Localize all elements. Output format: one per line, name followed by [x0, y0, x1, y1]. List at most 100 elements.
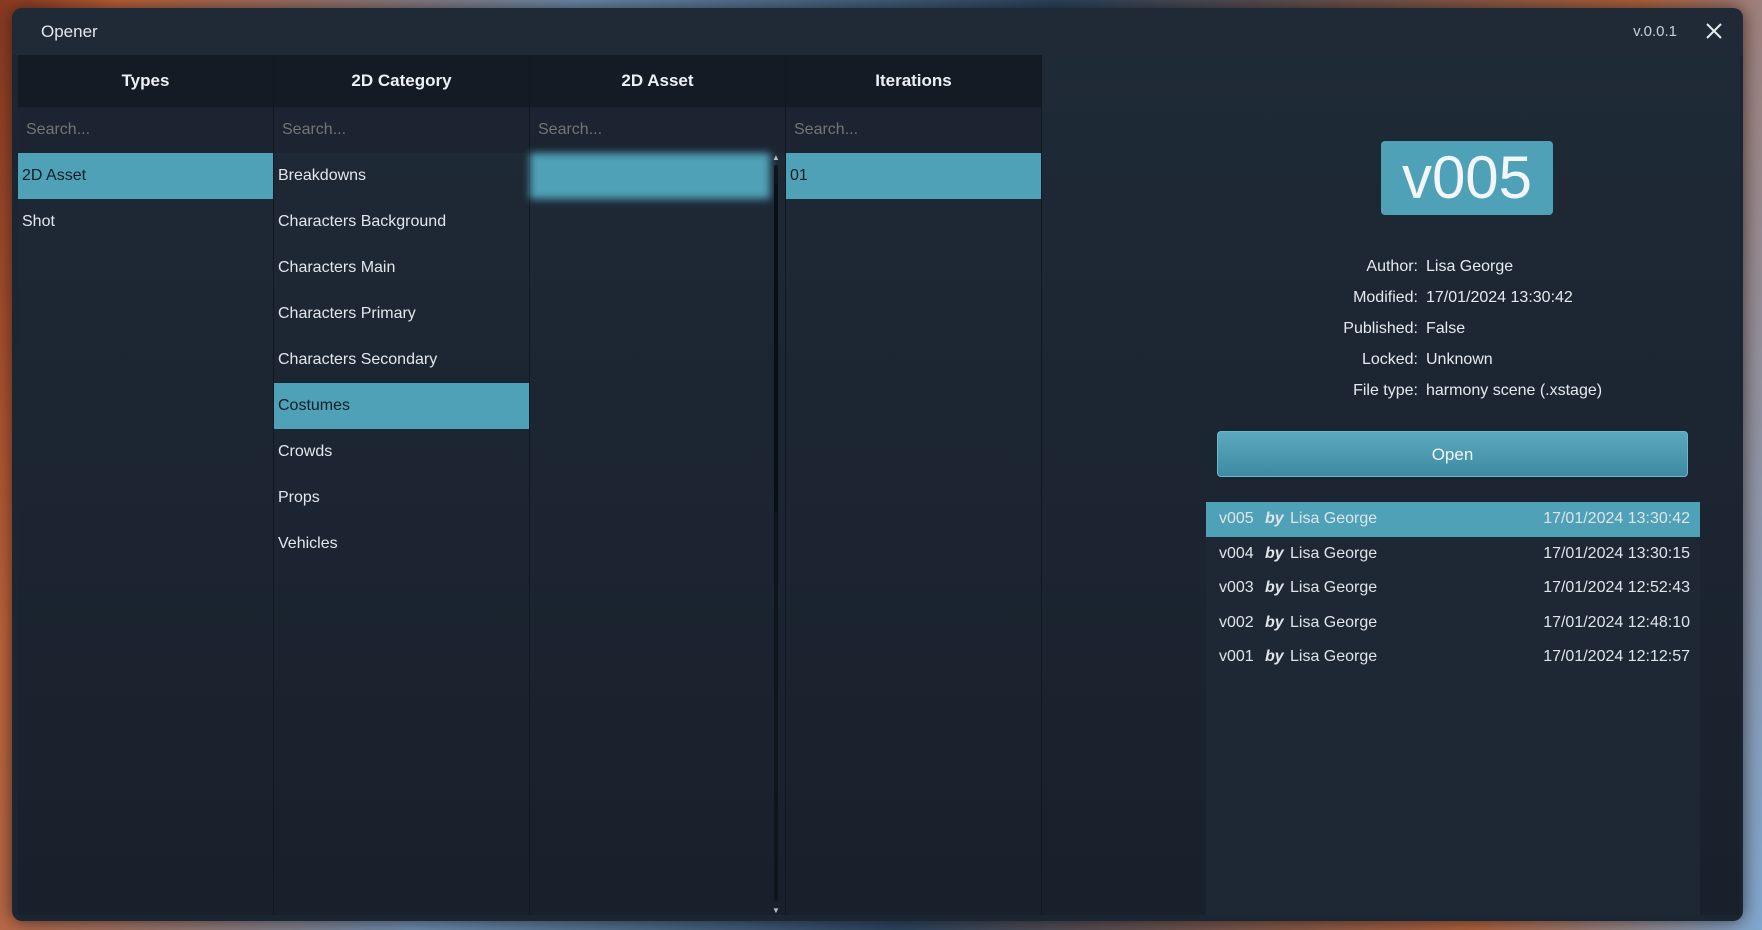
version-badge: v005: [1381, 141, 1553, 215]
category-list-item[interactable]: Crowds: [274, 429, 529, 475]
asset-list-item[interactable]: [530, 153, 770, 199]
iterations-column: Iterations 01: [786, 55, 1042, 915]
info-key: Locked:: [1361, 351, 1418, 368]
info-row: Modified: 17/01/2024 13:30:42: [1166, 282, 1740, 313]
history-version: v002: [1219, 613, 1254, 631]
history-timestamp: 17/01/2024 12:12:57: [1543, 648, 1690, 665]
asset-list: [530, 153, 770, 921]
info-key: Published:: [1343, 320, 1418, 337]
title-bar[interactable]: Opener v.0.0.1: [12, 8, 1743, 55]
history-item[interactable]: v004 by Lisa George 17/01/2024 13:30:15: [1206, 537, 1700, 572]
history-by: by: [1265, 648, 1284, 665]
scroll-thumb[interactable]: [774, 183, 778, 513]
category-list-item[interactable]: Characters Main: [274, 245, 529, 291]
category-list-item[interactable]: Characters Background: [274, 199, 529, 245]
history-by: by: [1265, 613, 1284, 631]
asset-list-item[interactable]: [530, 567, 770, 613]
scroll-down-icon[interactable]: ▼: [772, 906, 780, 915]
types-search-input[interactable]: [18, 107, 273, 153]
asset-list-item[interactable]: [530, 383, 770, 429]
category-search-input[interactable]: [274, 107, 529, 153]
category-header: 2D Category: [274, 55, 529, 107]
asset-column: 2D Asset ▲ ▼: [530, 55, 786, 915]
iterations-list: 01: [786, 153, 1041, 199]
history-by: by: [1265, 544, 1284, 562]
history-version: v003: [1219, 579, 1254, 596]
history-by: by: [1265, 579, 1284, 596]
asset-list-item[interactable]: [530, 751, 770, 797]
info-row: File type: harmony scene (.xstage): [1166, 375, 1740, 406]
history-item[interactable]: v002 by Lisa George 17/01/2024 12:48:10: [1206, 606, 1700, 641]
info-value: harmony scene (.xstage): [1426, 382, 1603, 399]
asset-scrollbar[interactable]: ▲ ▼: [771, 153, 781, 915]
close-icon[interactable]: [1703, 20, 1725, 42]
types-list-item[interactable]: Shot: [18, 199, 273, 245]
detail-panel: v005 Author: Lisa George Modified: 17/01/20…: [1166, 55, 1740, 915]
history-author: Lisa George: [1290, 613, 1378, 631]
history-version: v004: [1219, 544, 1254, 562]
asset-list-item[interactable]: [530, 705, 770, 751]
history-timestamp: 17/01/2024 13:30:15: [1543, 544, 1690, 562]
asset-list-item[interactable]: [530, 245, 770, 291]
asset-search-input[interactable]: [530, 107, 785, 153]
history-author: Lisa George: [1290, 544, 1378, 562]
info-row: Locked: Unknown: [1166, 344, 1740, 375]
asset-list-item[interactable]: [530, 291, 770, 337]
category-list-item[interactable]: Breakdowns: [274, 153, 529, 199]
version-label: v.0.0.1: [1633, 23, 1677, 40]
types-list-item[interactable]: 2D Asset: [18, 153, 273, 199]
history-timestamp: 17/01/2024 12:48:10: [1543, 613, 1690, 631]
history-author: Lisa George: [1290, 510, 1378, 527]
history-author: Lisa George: [1290, 648, 1378, 665]
history-by: by: [1265, 510, 1284, 527]
info-value: 17/01/2024 13:30:42: [1426, 289, 1573, 306]
types-column: Types 2D AssetShot: [18, 55, 274, 915]
info-key: Modified:: [1353, 289, 1418, 306]
asset-list-item[interactable]: [530, 429, 770, 475]
info-key: File type:: [1353, 382, 1418, 399]
open-button[interactable]: Open: [1217, 431, 1688, 477]
asset-header: 2D Asset: [530, 55, 785, 107]
history-version: v001: [1219, 648, 1254, 665]
asset-list-item[interactable]: [530, 659, 770, 705]
asset-list-item[interactable]: [530, 843, 770, 889]
main-content: Types 2D AssetShot 2D Category Breakdown…: [18, 55, 1740, 915]
history-version: v005: [1219, 510, 1254, 527]
asset-list-item[interactable]: [530, 613, 770, 659]
asset-list-item[interactable]: [530, 521, 770, 567]
asset-list-item[interactable]: [530, 475, 770, 521]
history-timestamp: 17/01/2024 12:52:43: [1543, 579, 1690, 596]
category-list: Breakdowns Characters Background Character…: [274, 153, 529, 567]
info-row: Published: False: [1166, 313, 1740, 344]
types-list: 2D Asset Shot: [18, 153, 273, 245]
category-list-item[interactable]: Vehicles: [274, 521, 529, 567]
asset-list-item[interactable]: [530, 337, 770, 383]
info-row: Author: Lisa George: [1166, 251, 1740, 282]
info-key: Author:: [1366, 258, 1418, 275]
file-info: Author: Lisa George Modified: 17/01/2024 13…: [1166, 251, 1740, 406]
asset-list-item[interactable]: [530, 797, 770, 843]
history-item[interactable]: v005 by Lisa George 17/01/2024 13:30:42: [1206, 502, 1700, 537]
asset-list-item[interactable]: [530, 199, 770, 245]
window-title: Opener: [41, 22, 98, 41]
info-value: False: [1426, 320, 1466, 337]
history-item[interactable]: v003 by Lisa George 17/01/2024 12:52:43: [1206, 571, 1700, 606]
iterations-search-input[interactable]: [786, 107, 1041, 153]
asset-list-item[interactable]: [530, 889, 770, 921]
category-list-item[interactable]: Costumes: [274, 383, 529, 429]
iterations-list-item[interactable]: 01: [786, 153, 1041, 199]
history-author: Lisa George: [1290, 579, 1378, 596]
category-list-item[interactable]: Characters Secondary: [274, 337, 529, 383]
types-header: Types: [18, 55, 273, 107]
info-value: Lisa George: [1426, 258, 1514, 275]
info-value: Unknown: [1426, 351, 1493, 368]
category-list-item[interactable]: Characters Primary: [274, 291, 529, 337]
category-column: 2D Category BreakdownsCharacters Backgro…: [274, 55, 530, 915]
version-history-list: v005 by Lisa George 17/01/2024 13:30:42 v004…: [1206, 502, 1700, 915]
category-list-item[interactable]: Props: [274, 475, 529, 521]
history-timestamp: 17/01/2024 13:30:42: [1543, 510, 1690, 527]
opener-window: Opener v.0.0.1 Types 2D AssetShot 2D Cat…: [12, 8, 1743, 921]
iterations-header: Iterations: [786, 55, 1041, 107]
history-item[interactable]: v001 by Lisa George 17/01/2024 12:12:57: [1206, 640, 1700, 675]
scroll-up-icon[interactable]: ▲: [772, 153, 780, 162]
